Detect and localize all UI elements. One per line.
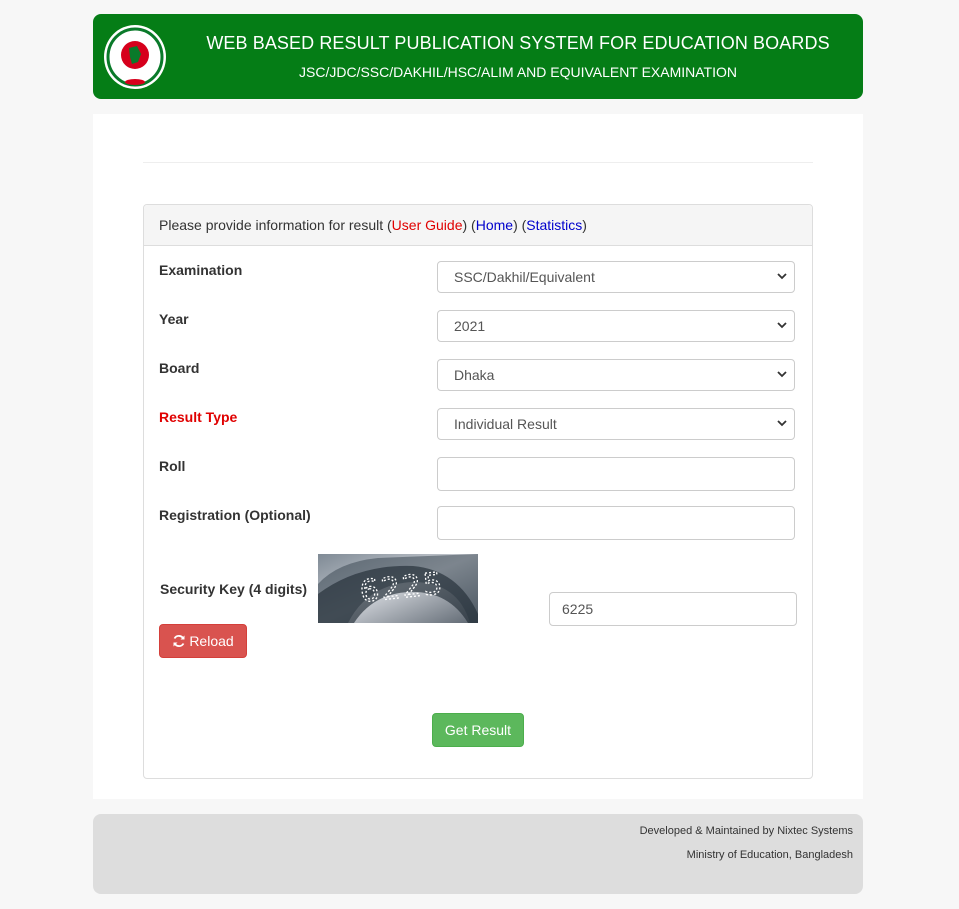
board-select[interactable]: Dhaka	[437, 359, 795, 391]
year-select[interactable]: 2021	[437, 310, 795, 342]
main-content: Please provide information for result (U…	[93, 114, 863, 799]
reload-label: Reload	[189, 633, 234, 649]
chevron-down-icon	[777, 371, 787, 378]
panel-heading-sep: ) (	[462, 217, 476, 233]
registration-input[interactable]	[437, 506, 795, 540]
board-select-value: Dhaka	[454, 367, 495, 383]
year-select-value: 2021	[454, 318, 486, 334]
divider	[143, 162, 813, 163]
examination-select[interactable]: SSC/Dakhil/Equivalent	[437, 261, 795, 293]
result-form-panel: Please provide information for result (U…	[143, 204, 813, 779]
board-label: Board	[159, 360, 200, 376]
page-subtitle: JSC/JDC/SSC/DAKHIL/HSC/ALIM AND EQUIVALE…	[299, 64, 737, 80]
security-key-input[interactable]: 6225	[549, 592, 797, 626]
site-footer: Developed & Maintained by Nixtec Systems…	[93, 814, 863, 894]
chevron-down-icon	[777, 420, 787, 427]
examination-label: Examination	[159, 262, 243, 278]
registration-label: Registration (Optional)	[159, 507, 311, 523]
home-link[interactable]: Home	[476, 217, 513, 233]
statistics-link[interactable]: Statistics	[526, 217, 582, 233]
panel-heading: Please provide information for result (U…	[144, 205, 812, 246]
chevron-down-icon	[777, 322, 787, 329]
result-type-select-value: Individual Result	[454, 416, 557, 432]
captcha-image: 6225	[318, 554, 478, 623]
year-label: Year	[159, 311, 189, 327]
reload-captcha-button[interactable]: Reload	[159, 624, 247, 658]
footer-developer-text: Developed & Maintained by Nixtec Systems	[639, 825, 853, 837]
roll-label: Roll	[159, 458, 186, 474]
page-title: WEB BASED RESULT PUBLICATION SYSTEM FOR …	[206, 33, 830, 53]
site-header: WEB BASED RESULT PUBLICATION SYSTEM FOR …	[93, 14, 863, 99]
panel-heading-sep: )	[582, 217, 587, 233]
panel-heading-sep: ) (	[513, 217, 527, 233]
security-key-label: Security Key (4 digits)	[160, 581, 308, 597]
result-type-label: Result Type	[159, 409, 238, 425]
footer-ministry-text: Ministry of Education, Bangladesh	[686, 849, 853, 861]
chevron-down-icon	[777, 273, 787, 280]
get-result-button[interactable]: Get Result	[432, 713, 524, 747]
roll-input[interactable]	[437, 457, 795, 491]
result-type-select[interactable]: Individual Result	[437, 408, 795, 440]
refresh-icon	[173, 635, 185, 647]
panel-heading-text: Please provide information for result (	[159, 217, 392, 233]
user-guide-link[interactable]: User Guide	[392, 217, 463, 233]
examination-select-value: SSC/Dakhil/Equivalent	[454, 269, 595, 285]
